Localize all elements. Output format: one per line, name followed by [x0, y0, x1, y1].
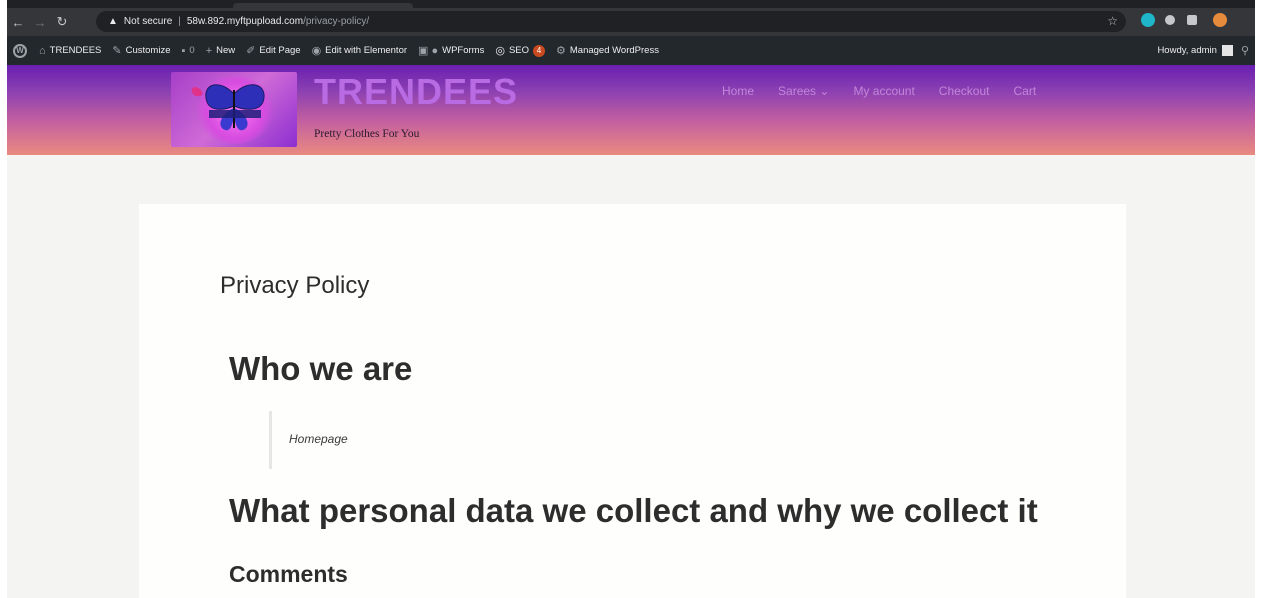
pencil-icon: ✐ [246, 45, 256, 57]
main-navigation: Home Sarees ⌄ My account Checkout Cart [722, 84, 1060, 98]
admin-managed-wp[interactable]: ⚙ Managed WordPress [556, 44, 659, 57]
search-icon[interactable]: ⚲ [1241, 44, 1249, 57]
nav-item-my-account[interactable]: My account [853, 84, 914, 98]
admin-account[interactable]: Howdy, admin ⚲ [1157, 36, 1249, 65]
url-separator: | [178, 16, 181, 27]
warning-icon: ▲ [108, 16, 118, 27]
admin-edit-elementor[interactable]: ◉ Edit with Elementor [312, 44, 407, 57]
toolbar: ← → ↻ ▲ Not secure | 58w.892.myftpupload… [7, 8, 1255, 36]
site-title[interactable]: TRENDEES [314, 71, 518, 113]
nav-item-sarees[interactable]: Sarees ⌄ [778, 84, 829, 98]
security-label[interactable]: Not secure [124, 16, 172, 27]
forward-arrow-icon[interactable]: → [29, 15, 51, 30]
heading-personal-data: What personal data we collect and why we… [229, 492, 1038, 529]
admin-howdy-label: Howdy, admin [1157, 45, 1217, 56]
admin-edit-page-label: Edit Page [259, 45, 301, 56]
back-arrow-icon[interactable]: ← [7, 15, 29, 30]
bookmark-star-icon[interactable]: ☆ [1107, 14, 1118, 28]
content-card: Privacy Policy Who we are Homepage What … [139, 204, 1126, 598]
plus-icon: + [205, 44, 213, 57]
browser-window: ← → ↻ ▲ Not secure | 58w.892.myftpupload… [7, 0, 1255, 598]
blockquote: Homepage [269, 411, 348, 469]
heading-comments: Comments [229, 561, 348, 587]
gear-icon: ⚙ [556, 45, 566, 57]
nav-item-home[interactable]: Home [722, 84, 754, 98]
page-title: Privacy Policy [220, 272, 370, 299]
admin-seo-label: SEO [508, 45, 529, 56]
site-header: TRENDEES Pretty Clothes For You Home Sar… [7, 65, 1255, 155]
nav-item-cart[interactable]: Cart [1014, 84, 1037, 98]
extensions-puzzle-icon[interactable] [1187, 15, 1197, 25]
admin-new[interactable]: + New [206, 45, 235, 57]
admin-customize[interactable]: ✎ Customize [112, 44, 170, 57]
admin-customize-label: Customize [125, 45, 171, 56]
wp-admin-bar: W ⌂ TRENDEES ✎ Customize ▪ 0 + New ✐ Edit Pag… [7, 36, 1255, 65]
extension-g-icon[interactable] [1141, 13, 1155, 27]
admin-edit-elementor-label: Edit with Elementor [325, 45, 408, 56]
elementor-icon: ◉ [311, 45, 322, 57]
url-path: /privacy-policy/ [303, 16, 370, 27]
seo-notification-badge: 4 [533, 44, 545, 57]
home-icon: ⌂ [39, 44, 46, 57]
comment-icon: ▪ [181, 44, 186, 57]
tab-strip [7, 0, 1255, 8]
blockquote-text: Homepage [289, 432, 348, 446]
extension-circle-icon[interactable] [1165, 15, 1175, 25]
admin-site-name-label: TRENDEES [49, 45, 102, 56]
admin-comments-count: 0 [189, 45, 195, 56]
butterfly-icon [191, 84, 265, 131]
url-host: 58w.892.myftpupload.com [186, 16, 304, 27]
seo-icon: ◎ [495, 45, 505, 57]
admin-site-name[interactable]: ⌂ TRENDEES [39, 45, 101, 57]
admin-comments[interactable]: ▪ 0 [181, 45, 194, 57]
site-tagline: Pretty Clothes For You [314, 128, 420, 140]
address-bar[interactable]: ▲ Not secure | 58w.892.myftpupload.com/p… [96, 11, 1126, 32]
admin-wpforms-label: WPForms [442, 45, 485, 56]
admin-managed-wp-label: Managed WordPress [569, 45, 659, 56]
wpforms-icon: ▣ ● [418, 45, 439, 57]
extension-flame-icon[interactable] [1213, 13, 1227, 27]
reload-icon[interactable]: ↻ [51, 14, 73, 30]
heading-who-we-are: Who we are [229, 350, 413, 387]
brush-icon: ✎ [112, 45, 122, 57]
nav-item-checkout[interactable]: Checkout [939, 84, 990, 98]
avatar [1221, 45, 1233, 56]
admin-edit-page[interactable]: ✐ Edit Page [246, 44, 300, 57]
admin-new-label: New [216, 45, 236, 56]
admin-wpforms[interactable]: ▣ ● WPForms [418, 44, 484, 57]
admin-seo[interactable]: ◎ SEO 4 [495, 44, 545, 57]
site-logo[interactable] [171, 72, 297, 147]
wordpress-logo-icon[interactable]: W [13, 43, 27, 58]
